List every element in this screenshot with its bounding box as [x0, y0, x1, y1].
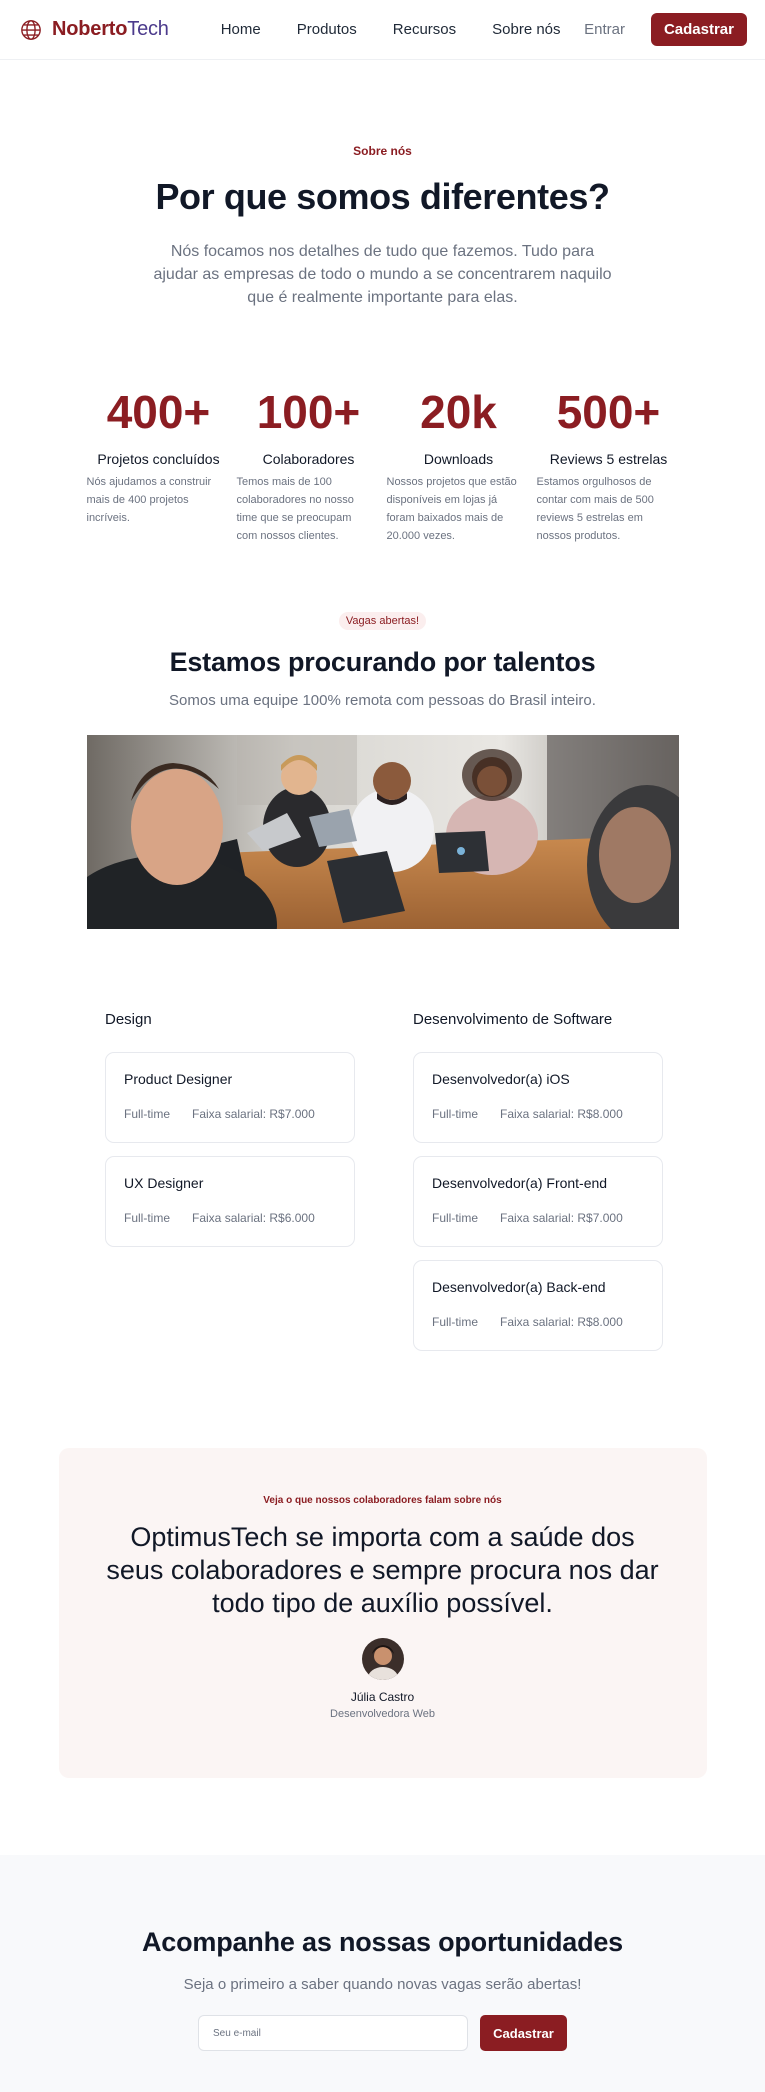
stat-description: Estamos orgulhosos de contar com mais de…	[536, 476, 654, 542]
main-nav: Home Produtos Recursos Sobre nós	[221, 21, 561, 38]
job-meta: Full-time Faixa salarial: R$8.000	[432, 1315, 644, 1329]
jobs-section: Design Product Designer Full-time Faixa …	[105, 1011, 765, 1364]
brand-logo[interactable]: NobertoTech	[20, 18, 169, 41]
globe-icon	[21, 19, 41, 40]
job-type: Full-time	[124, 1107, 171, 1121]
stat-value: 100+	[256, 386, 361, 438]
job-meta: Full-time Faixa salarial: R$7.000	[432, 1211, 644, 1225]
nav-produtos[interactable]: Produtos	[297, 21, 357, 38]
stat-collaborators: 100+ Colaboradores Temos mais de 100 col…	[234, 387, 384, 545]
login-link[interactable]: Entrar	[584, 21, 625, 38]
job-title: Product Designer	[124, 1071, 233, 1087]
testimonial-quote: OptimusTech se importa com a saúde dos s…	[106, 1522, 659, 1618]
stat-label: Colaboradores	[262, 451, 355, 467]
stat-description: Nós ajudamos a construir mais de 400 pro…	[86, 476, 212, 524]
avatar	[361, 1638, 404, 1680]
job-type: Full-time	[124, 1211, 171, 1225]
header-actions: Entrar Cadastrar	[584, 13, 747, 46]
jobs-column-design: Design Product Designer Full-time Faixa …	[105, 1011, 355, 1364]
jobs-category-title: Design	[105, 1011, 152, 1028]
stats-row: 400+ Projetos concluídos Nós ajudamos a …	[0, 387, 765, 545]
stat-label: Downloads	[423, 451, 494, 467]
stat-label: Reviews 5 estrelas	[549, 451, 668, 467]
about-section: Sobre nós Por que somos diferentes? Nós …	[0, 60, 765, 545]
job-card[interactable]: Desenvolvedor(a) Front-end Full-time Fai…	[413, 1156, 663, 1247]
job-title: Desenvolvedor(a) Front-end	[432, 1175, 608, 1191]
stat-value: 20k	[420, 386, 497, 438]
nav-sobre-nos[interactable]: Sobre nós	[492, 21, 560, 38]
stat-value: 500+	[556, 386, 661, 438]
stat-reviews: 500+ Reviews 5 estrelas Estamos orgulhos…	[534, 387, 684, 545]
about-eyebrow: Sobre nós	[353, 144, 412, 158]
about-text: Nós focamos nos detalhes de tudo que faz…	[153, 243, 612, 306]
talent-section: Vagas abertas! Estamos procurando por ta…	[0, 611, 765, 929]
job-salary: Faixa salarial: R$7.000	[192, 1107, 315, 1121]
nav-recursos[interactable]: Recursos	[393, 21, 456, 38]
stat-projects: 400+ Projetos concluídos Nós ajudamos a …	[84, 387, 234, 545]
newsletter-form: Cadastrar	[0, 2015, 765, 2051]
job-card[interactable]: Desenvolvedor(a) iOS Full-time Faixa sal…	[413, 1052, 663, 1143]
talent-subtitle: Somos uma equipe 100% remota com pessoas…	[169, 692, 596, 709]
jobs-category-title: Desenvolvimento de Software	[413, 1011, 613, 1028]
newsletter-section: Acompanhe as nossas oportunidades Seja o…	[0, 1855, 765, 2092]
job-type: Full-time	[432, 1211, 479, 1225]
email-field[interactable]	[198, 2015, 468, 2051]
job-title: Desenvolvedor(a) Back-end	[432, 1279, 606, 1295]
stat-description: Temos mais de 100 colaboradores no nosso…	[236, 476, 354, 542]
brand-name-light: Tech	[127, 18, 169, 40]
job-card[interactable]: Desenvolvedor(a) Back-end Full-time Faix…	[413, 1260, 663, 1351]
brand-name-bold: Noberto	[52, 18, 128, 40]
team-photo-illustration	[86, 735, 679, 929]
team-photo	[86, 735, 679, 929]
job-meta: Full-time Faixa salarial: R$8.000	[432, 1107, 644, 1121]
talent-title: Estamos procurando por talentos	[169, 647, 596, 677]
job-meta: Full-time Faixa salarial: R$7.000	[124, 1107, 336, 1121]
testimonial-eyebrow: Veja o que nossos colaboradores falam so…	[263, 1495, 502, 1506]
nav-home[interactable]: Home	[221, 21, 261, 38]
job-type: Full-time	[432, 1107, 479, 1121]
brand-name: NobertoTech	[52, 18, 169, 41]
avatar-portrait	[361, 1638, 404, 1680]
signup-button[interactable]: Cadastrar	[650, 13, 747, 46]
job-card[interactable]: UX Designer Full-time Faixa salarial: R$…	[105, 1156, 355, 1247]
job-title: Desenvolvedor(a) iOS	[432, 1071, 570, 1087]
site-header: NobertoTech Home Produtos Recursos Sobre…	[0, 0, 765, 60]
stat-downloads: 20k Downloads Nossos projetos que estão …	[384, 387, 534, 545]
about-title: Por que somos diferentes?	[155, 176, 610, 217]
person-name: Júlia Castro	[350, 1690, 415, 1704]
newsletter-subtitle: Seja o primeiro a saber quando novas vag…	[183, 1976, 582, 1993]
testimonial-card: Veja o que nossos colaboradores falam so…	[58, 1448, 707, 1778]
openings-badge: Vagas abertas!	[338, 612, 427, 630]
job-salary: Faixa salarial: R$8.000	[500, 1315, 623, 1329]
job-salary: Faixa salarial: R$7.000	[500, 1211, 623, 1225]
job-salary: Faixa salarial: R$8.000	[500, 1107, 623, 1121]
jobs-column-dev: Desenvolvimento de Software Desenvolvedo…	[413, 1011, 663, 1364]
job-salary: Faixa salarial: R$6.000	[192, 1211, 315, 1225]
job-type: Full-time	[432, 1315, 479, 1329]
stat-label: Projetos concluídos	[97, 451, 220, 467]
job-title: UX Designer	[124, 1175, 204, 1191]
subscribe-button[interactable]: Cadastrar	[480, 2015, 567, 2051]
newsletter-title: Acompanhe as nossas oportunidades	[141, 1927, 623, 1957]
stat-value: 400+	[106, 386, 211, 438]
job-card[interactable]: Product Designer Full-time Faixa salaria…	[105, 1052, 355, 1143]
stat-description: Nossos projetos que estão disponíveis em…	[386, 476, 517, 542]
person-role: Desenvolvedora Web	[330, 1708, 435, 1720]
job-meta: Full-time Faixa salarial: R$6.000	[124, 1211, 336, 1225]
